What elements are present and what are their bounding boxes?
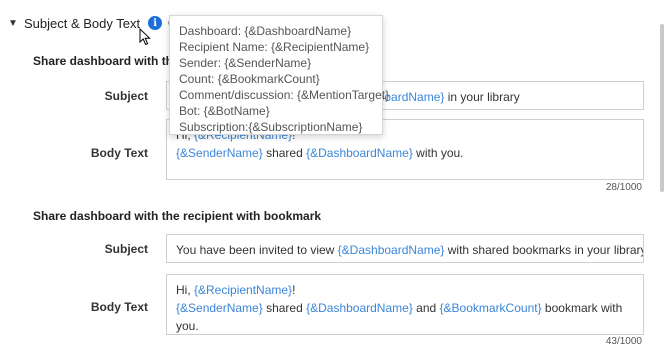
placeholder-token: {&BookmarkCount} [439, 301, 542, 315]
body-text-label: Body Text [90, 300, 148, 314]
placeholder-tooltip: Dashboard: {&DashboardName} Recipient Nam… [169, 15, 390, 135]
body-line: {&SenderName} shared {&DashboardName} an… [176, 299, 634, 335]
body-line: Hi, {&RecipientName}! [176, 281, 634, 299]
text-segment: You have been invited to view [176, 243, 338, 257]
placeholder-token: {&SenderName} [176, 146, 263, 160]
text-segment: with shared bookmarks in your library [444, 243, 644, 257]
placeholder-token: {&RecipientName} [194, 283, 293, 297]
body-text-area[interactable]: Hi, {&RecipientName}! {&SenderName} share… [166, 274, 644, 335]
tooltip-line: Subscription:{&SubscriptionName} [179, 120, 363, 134]
body-line: {&SenderName} shared {&DashboardName} wi… [176, 144, 634, 162]
body-text-label: Body Text [90, 146, 148, 160]
caret-down-icon[interactable]: ▼ [8, 18, 24, 29]
section-header[interactable]: ▼ Subject & Body Text i [8, 14, 179, 32]
text-segment: in your library [444, 90, 520, 104]
mouse-pointer-icon [139, 27, 151, 51]
tooltip-line: Dashboard: {&DashboardName} [179, 24, 352, 38]
subject-label: Subject [104, 89, 148, 103]
section-title: Subject & Body Text [24, 15, 141, 31]
tooltip-line: Bot: {&BotName} [179, 104, 270, 118]
text-segment: with you. [412, 146, 464, 160]
tooltip-line: Comment/discussion: {&MentionTarget} [179, 88, 390, 102]
placeholder-token: {&DashboardName} [337, 243, 445, 257]
tooltip-line: Count: {&BookmarkCount} [179, 72, 320, 86]
subject-input[interactable]: You have been invited to view {&Dashboar… [166, 234, 644, 263]
placeholder-token: {&SenderName} [176, 301, 263, 315]
placeholder-token: {&DashboardName} [306, 301, 413, 315]
tooltip-line: Recipient Name: {&RecipientName} [179, 40, 370, 54]
text-segment: Hi, [176, 283, 194, 297]
text-segment: shared [262, 146, 307, 160]
text-segment: and [412, 301, 440, 315]
group-title-share-bookmark: Share dashboard with the recipient with … [33, 209, 322, 223]
vertical-scrollbar[interactable] [660, 24, 664, 192]
character-counter: 43/1000 [605, 336, 642, 347]
text-segment: shared [262, 301, 307, 315]
tooltip-line: Sender: {&SenderName} [179, 56, 312, 70]
text-segment: ! [292, 283, 296, 297]
character-counter: 28/1000 [605, 182, 642, 193]
subject-label: Subject [104, 242, 148, 256]
placeholder-token: {&DashboardName} [306, 146, 413, 160]
